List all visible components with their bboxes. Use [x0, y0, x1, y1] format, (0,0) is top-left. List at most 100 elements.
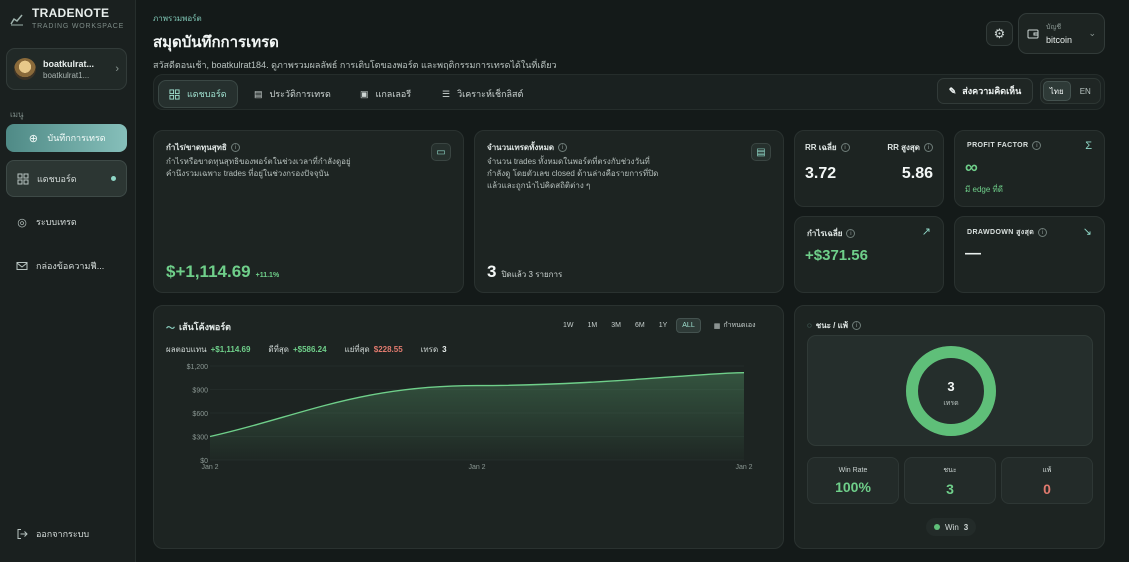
profile-card[interactable]: boatkulrat... boatkulrat1... › — [6, 48, 127, 90]
wallet-icon: ▭ — [431, 143, 451, 161]
add-trade-button[interactable]: ⊕ บันทึกการเทรด — [6, 124, 127, 152]
custom-range-button[interactable]: ▦ กำหนดเอง — [709, 318, 761, 333]
range-3m[interactable]: 3M — [606, 318, 626, 333]
lang-en[interactable]: EN — [1073, 81, 1099, 101]
winrate-label: Win Rate — [838, 466, 868, 474]
plus-circle-icon: ⊕ — [28, 132, 38, 145]
equity-curve-card: 〜เส้นโค้งพอร์ต 1W 1M 3M 6M 1Y ALL ▦ กำหนด… — [153, 305, 784, 549]
system-icon: ◎ — [17, 216, 27, 229]
info-icon[interactable]: i — [558, 143, 568, 152]
tab-checklist[interactable]: ☰ วิเคราะห์เช็กลิสต์ — [432, 80, 533, 108]
sidebar-item-system[interactable]: ◎ ระบบเทรด — [6, 208, 127, 236]
pf-title: PROFIT FACTOR — [967, 142, 1029, 149]
range-1w[interactable]: 1W — [558, 318, 579, 333]
wins-box: ชนะ 3 — [904, 457, 996, 504]
stat-label: ดีที่สุด — [268, 345, 289, 354]
account-value: bitcoin — [1046, 35, 1073, 45]
trending-up-icon: ↗ — [921, 226, 931, 238]
winrate-box: Win Rate 100% — [807, 457, 899, 504]
pnl-description: กำไรหรือขาดทุนสุทธิของพอร์ตในช่วงเวลาที่… — [166, 157, 351, 178]
winloss-title: ชนะ / แพ้ — [815, 321, 849, 330]
pf-sub: มี edge ที่ดี — [965, 185, 1003, 194]
tab-gallery[interactable]: ▣ แกลเลอรี — [350, 80, 421, 108]
x-tick-label: Jan 2 — [201, 464, 218, 471]
count-title: จำนวนเทรดทั้งหมด — [487, 143, 555, 152]
info-icon[interactable]: i — [1032, 141, 1042, 150]
legend-value: 3 — [963, 522, 969, 532]
calendar-icon: ▦ — [713, 322, 721, 330]
chevron-down-icon: ⌄ — [1088, 28, 1096, 38]
logout-label: ออกจากระบบ — [36, 529, 90, 539]
losses-box: แพ้ 0 — [1001, 457, 1093, 504]
rr-avg-label: RR เฉลี่ย — [805, 143, 837, 152]
breadcrumb: ภาพรวมพอร์ต — [153, 14, 202, 23]
wins-value: 3 — [946, 480, 954, 497]
legend-label: Win — [945, 522, 959, 532]
sidebar-item-dashboard[interactable]: แดชบอร์ด — [6, 160, 127, 197]
stat-label: ผลตอบแทน — [166, 345, 207, 354]
wallet-icon — [1027, 29, 1039, 38]
equity-stats: ผลตอบแทน +$1,114.69 ดีที่สุด +$586.24 แย่ท… — [166, 343, 447, 356]
losses-value: 0 — [1043, 480, 1051, 497]
mail-icon — [16, 262, 28, 270]
pnl-title: กำไร/ขาดทุนสุทธิ — [166, 143, 227, 152]
info-icon[interactable]: i — [924, 143, 933, 152]
document-icon: ▤ — [254, 88, 263, 99]
stat-value: +$586.24 — [292, 345, 327, 354]
avg-profit-card: กำไรเฉลี่ย i ↗ +$371.56 — [794, 216, 944, 293]
pnl-percent: +11.1% — [255, 272, 280, 279]
chevron-right-icon: › — [115, 63, 119, 75]
gear-icon: ⚙ — [993, 25, 1006, 41]
account-selector[interactable]: บัญชี bitcoin ⌄ — [1018, 13, 1105, 54]
y-tick-label: $900 — [192, 388, 208, 395]
info-icon[interactable]: i — [852, 321, 862, 330]
avg-profit-value: +$371.56 — [805, 247, 868, 264]
stat-value: 3 — [442, 345, 447, 354]
tab-dashboard[interactable]: แดชบอร์ด — [158, 80, 238, 108]
account-label: บัญชี — [1046, 24, 1062, 31]
checklist-icon: ☰ — [442, 88, 451, 99]
range-6m[interactable]: 6M — [630, 318, 650, 333]
info-icon[interactable]: i — [230, 143, 240, 152]
dd-title: DRAWDOWN สูงสุด — [967, 229, 1035, 236]
tab-history[interactable]: ▤ ประวัติการเทรด — [244, 80, 341, 108]
sidebar-item-inbox[interactable]: กล่องข้อความฟี... — [6, 252, 127, 280]
feedback-label: ส่งความคิดเห็น — [962, 86, 1022, 96]
count-value: 3 — [487, 262, 497, 281]
losses-label: แพ้ — [1042, 466, 1052, 474]
stat-trades: เทรด 3 — [421, 343, 447, 356]
rr-card: RR เฉลี่ย i RR สูงสุด i 3.72 5.86 — [794, 130, 944, 207]
range-1m[interactable]: 1M — [583, 318, 603, 333]
pf-value: ∞ — [965, 157, 978, 177]
card-title: PROFIT FACTOR i — [967, 141, 1042, 150]
legend-dot — [934, 524, 940, 530]
logout-button[interactable]: ออกจากระบบ — [6, 520, 127, 548]
dd-value: — — [965, 245, 981, 262]
feedback-button[interactable]: ✎ ส่งความคิดเห็น — [937, 78, 1033, 104]
card-title: กำไร/ขาดทุนสุทธิ i — [166, 141, 240, 154]
lang-th[interactable]: ไทย — [1043, 81, 1071, 101]
profit-factor-card: PROFIT FACTOR i Σ ∞ มี edge ที่ดี — [954, 130, 1105, 207]
x-tick-label: Jan 2 — [735, 464, 752, 471]
sigma-icon: Σ — [1085, 140, 1092, 152]
rr-max-value: 5.86 — [901, 165, 933, 182]
info-icon[interactable]: i — [1038, 228, 1048, 237]
wins-label: ชนะ — [943, 466, 957, 474]
y-tick-label: $1,200 — [187, 364, 209, 371]
gallery-icon: ▣ — [360, 88, 369, 99]
dashboard-icon — [17, 173, 29, 184]
donut-total-label: เทรด — [943, 400, 958, 407]
stat-label: แย่ที่สุด — [344, 345, 370, 354]
count-value-row: 3 ปิดแล้ว 3 รายการ — [487, 262, 562, 282]
rr-labels: RR เฉลี่ย i RR สูงสุด i — [805, 141, 933, 154]
info-icon[interactable]: i — [846, 229, 856, 238]
settings-button[interactable]: ⚙ — [986, 21, 1013, 46]
win-loss-card: ◌ ชนะ / แพ้ i 3 เทรด Win Rate 100% ชนะ 3 แพ้… — [794, 305, 1105, 549]
info-icon[interactable]: i — [840, 143, 850, 152]
equity-title: เส้นโค้งพอร์ต — [179, 322, 232, 332]
range-all[interactable]: ALL — [676, 318, 701, 333]
range-1y[interactable]: 1Y — [654, 318, 673, 333]
card-title: จำนวนเทรดทั้งหมด i — [487, 141, 568, 154]
menu-label: เมนู — [10, 110, 24, 119]
sidebar-item-label: กล่องข้อความฟี... — [36, 261, 105, 271]
